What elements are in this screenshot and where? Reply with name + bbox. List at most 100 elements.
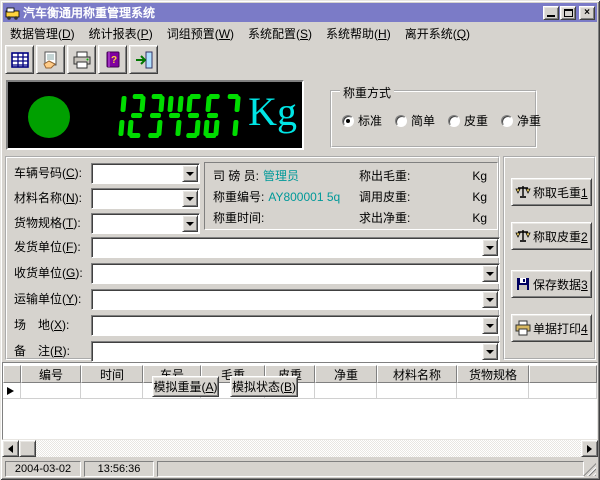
status-date: 2004-03-02 (5, 461, 81, 477)
form-row: 场 地(X): (7, 315, 498, 336)
chevron-down-icon (486, 324, 494, 328)
chevron-down-icon (486, 246, 494, 250)
operator-value: 管理员 (263, 169, 299, 183)
weigh-mode-options: 标准 简单 皮重 净重 (342, 112, 541, 129)
close-button[interactable]: × (579, 6, 595, 20)
dropdown-button[interactable] (482, 239, 498, 256)
scroll-right-button[interactable] (581, 440, 598, 457)
scale-icon (515, 228, 531, 244)
help-button[interactable]: ? (98, 45, 127, 74)
radio-icon (395, 115, 407, 127)
resize-grip[interactable] (583, 463, 596, 476)
save-icon (515, 276, 531, 292)
material-name-combobox[interactable] (91, 188, 200, 209)
current-row-indicator (7, 387, 14, 395)
radio-net[interactable]: 净重 (501, 112, 541, 129)
form-row: 备 注(R): (7, 341, 498, 362)
led-digit (222, 94, 241, 138)
column-header[interactable]: 货物规格 (457, 365, 529, 383)
radio-icon (342, 115, 354, 127)
simulate-status-button[interactable]: 模拟状态(B) (230, 376, 298, 397)
dropdown-button[interactable] (482, 343, 498, 360)
column-header[interactable]: 材料名称 (377, 365, 457, 383)
button-label: 单据打印4 (533, 320, 588, 337)
radio-label: 皮重 (464, 112, 488, 129)
table-cell (457, 383, 529, 399)
gross-unit: Kg (472, 166, 487, 186)
report-button[interactable] (36, 45, 65, 74)
operator-label: 司 磅 员: (213, 169, 259, 183)
table-row[interactable] (3, 383, 597, 399)
net-label: 求出净重: (359, 208, 410, 228)
menu-data-management[interactable]: 数据管理(D) (3, 23, 82, 44)
help-book-icon: ? (103, 50, 123, 70)
weigh-tare-button[interactable]: 称取皮重2 (511, 222, 592, 250)
exit-icon (134, 50, 154, 70)
toolbar: ? (5, 45, 158, 76)
print-button[interactable] (67, 45, 96, 74)
chevron-down-icon (486, 298, 494, 302)
remark-combobox[interactable] (91, 341, 500, 362)
chevron-down-icon (486, 272, 494, 276)
save-data-button[interactable]: 保存数据3 (511, 270, 592, 298)
table-cell (529, 383, 597, 399)
chevron-down-icon (186, 197, 194, 201)
column-header[interactable]: 编号 (21, 365, 81, 383)
minimize-icon (547, 15, 555, 17)
column-header[interactable]: 净重 (315, 365, 377, 383)
printer-icon (72, 50, 92, 70)
site-combobox[interactable] (91, 315, 500, 336)
tare-unit: Kg (472, 187, 487, 207)
scroll-left-button[interactable] (2, 440, 19, 457)
led-digits (110, 94, 243, 138)
dropdown-button[interactable] (482, 317, 498, 334)
data-grid-button[interactable] (5, 45, 34, 74)
transporter-combobox[interactable] (91, 289, 500, 310)
menu-phrase-preset[interactable]: 词组预置(W) (160, 23, 241, 44)
radio-tare[interactable]: 皮重 (448, 112, 488, 129)
status-message-panel (157, 461, 584, 477)
current-row-indicator-cell (3, 383, 21, 399)
action-button-group: 称取毛重1 称取皮重2 保存数据3 (503, 156, 596, 360)
weigh-gross-button[interactable]: 称取毛重1 (511, 178, 592, 206)
led-digit (203, 94, 222, 138)
column-header[interactable]: 时间 (81, 365, 143, 383)
shipper-combobox[interactable] (91, 237, 500, 258)
scrollbar-thumb[interactable] (19, 440, 36, 457)
led-digit (184, 94, 203, 138)
print-icon (515, 320, 531, 336)
radio-standard[interactable]: 标准 (342, 112, 382, 129)
led-unit-label: Kg (248, 88, 297, 136)
records-table[interactable]: 编号 时间 车号 毛重 皮重 净重 材料名称 货物规格 (2, 362, 598, 440)
horizontal-scrollbar[interactable] (2, 440, 598, 457)
simulate-weight-button[interactable]: 模拟重量(A) (152, 376, 219, 397)
menu-statistics-report[interactable]: 统计报表(P) (82, 23, 160, 44)
titlebar[interactable]: 汽车衡通用称重管理系统 × (3, 3, 597, 22)
menu-system-config[interactable]: 系统配置(S) (241, 23, 319, 44)
menu-system-help[interactable]: 系统帮助(H) (319, 23, 398, 44)
menu-exit-system[interactable]: 离开系统(Q) (398, 23, 477, 44)
exit-button[interactable] (129, 45, 158, 74)
dropdown-button[interactable] (482, 265, 498, 282)
minimize-button[interactable] (543, 6, 559, 20)
maximize-button[interactable] (560, 6, 576, 20)
receiver-combobox[interactable] (91, 263, 500, 284)
maximize-icon (564, 9, 573, 17)
dropdown-button[interactable] (182, 215, 198, 232)
radio-simple[interactable]: 简单 (395, 112, 435, 129)
close-icon: × (584, 8, 590, 18)
dropdown-button[interactable] (182, 165, 198, 182)
print-receipt-button[interactable]: 单据打印4 (511, 314, 592, 342)
cargo-spec-label: 货物规格(T): (14, 213, 92, 234)
dropdown-button[interactable] (182, 190, 198, 207)
led-digit (146, 94, 165, 138)
shipper-label: 发货单位(F): (14, 237, 92, 258)
vehicle-no-combobox[interactable] (91, 163, 200, 184)
vehicle-no-label: 车辆号码(C): (14, 163, 92, 184)
cargo-spec-combobox[interactable] (91, 213, 200, 234)
material-name-label: 材料名称(N): (14, 188, 92, 209)
dropdown-button[interactable] (482, 291, 498, 308)
report-icon (41, 50, 61, 70)
chevron-down-icon (486, 350, 494, 354)
radio-icon (501, 115, 513, 127)
